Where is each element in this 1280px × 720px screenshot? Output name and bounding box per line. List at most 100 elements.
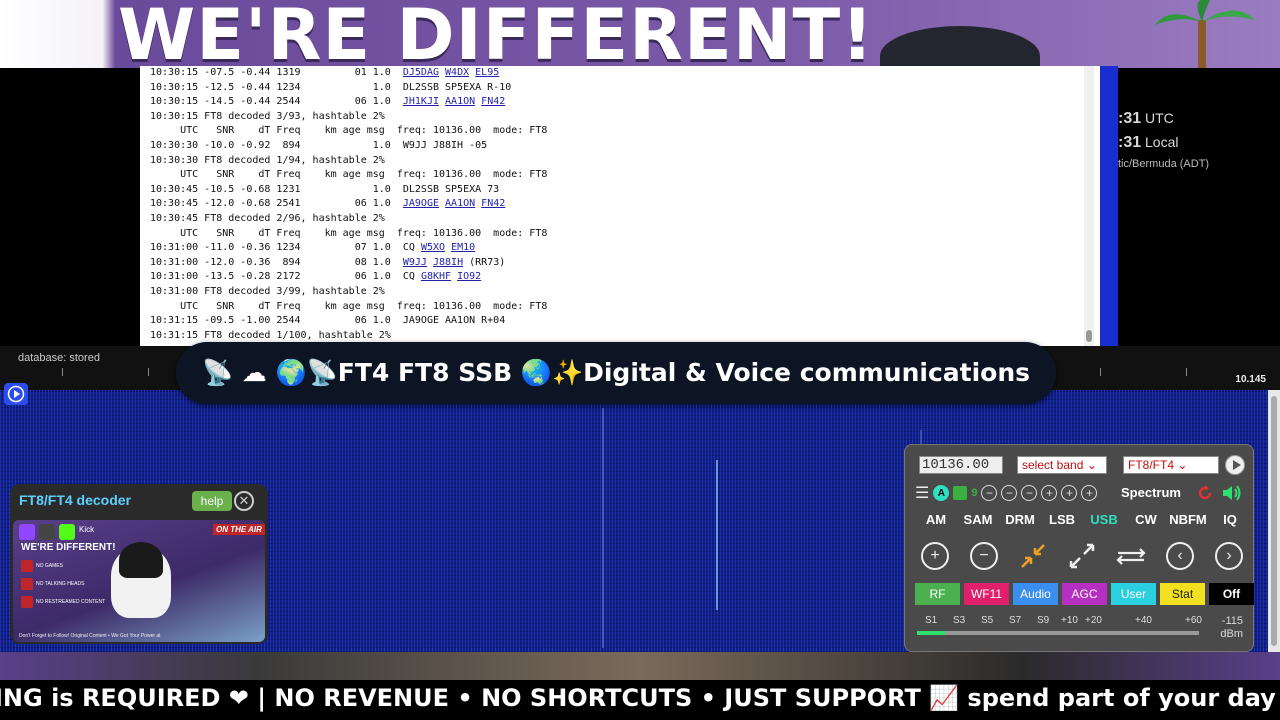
frequency-input[interactable]	[919, 456, 1003, 474]
close-button[interactable]: ✕	[234, 491, 254, 511]
chevron-down-icon: ⌄	[1086, 458, 1097, 472]
tab-off[interactable]: Off	[1209, 583, 1254, 605]
tab-rf[interactable]: RF	[915, 583, 960, 605]
page-right-button[interactable]: ›	[1211, 539, 1247, 573]
utc-time: :31	[1118, 110, 1142, 127]
spectrum-button[interactable]: Spectrum	[1121, 485, 1181, 500]
kick-label: Kick	[79, 525, 95, 534]
tab-stat[interactable]: Stat	[1160, 583, 1205, 605]
zoom-out-icon: −	[970, 542, 998, 570]
close-icon: ✕	[238, 493, 250, 508]
callsign-link[interactable]: DJ5DAG	[403, 67, 439, 78]
callsign-link[interactable]: IO92	[457, 271, 481, 282]
log-line: 10:31:15 -09.5 -1.00 2544 06 1.0 JA9OGE …	[150, 314, 1100, 329]
mode-lsb-button[interactable]: LSB	[1041, 512, 1083, 527]
callsign-link[interactable]: W4DX	[445, 67, 469, 78]
on-air-badge: ON THE AIR	[213, 524, 265, 535]
log-line-text: 10:30:15 -14.5 -0.44 2544 06 1.0	[150, 96, 403, 108]
mode-banner-text: 📡 ☁ 🌍📡FT4 FT8 SSB 🌏✨Digital & Voice comm…	[201, 358, 1031, 387]
s-meter: S1 S3 S5 S7 S9 +10 +20 +40 +60 -115 dBm	[915, 615, 1245, 647]
chevron-left-icon: ‹	[1166, 542, 1194, 570]
banner-headline: WE'RE DIFFERENT!	[118, 0, 875, 68]
zoom-out-button[interactable]: −	[966, 539, 1002, 573]
webcam-strip	[0, 652, 1280, 680]
callsign-link[interactable]: W5XO	[421, 242, 445, 253]
log-line-text: 10:30:15 -07.5 -0.44 1319 01 1.0	[150, 67, 403, 78]
mode-am-button[interactable]: AM	[915, 512, 957, 527]
step-label: 9	[971, 487, 978, 499]
ft8-decoder-panel: FT8/FT4 decoder help ✕ Kick ON THE AIR W…	[10, 484, 268, 644]
log-line-text: 10:31:00 FT8 decoded 3/99, hashtable 2%	[150, 285, 385, 297]
callsign-link[interactable]: JA9OGE	[403, 198, 439, 209]
s-meter-unit: dBm	[1220, 628, 1243, 641]
page-left-button[interactable]: ‹	[1162, 539, 1198, 573]
step-up-small-icon[interactable]: +	[1041, 485, 1058, 501]
mode-drm-button[interactable]: DRM	[999, 512, 1041, 527]
top-banner: WE'RE DIFFERENT!	[0, 0, 1280, 68]
callsign-link[interactable]: JH1KJI	[403, 96, 439, 107]
log-line: 10:30:30 -10.0 -0.92 894 1.0 W9JJ J88IH …	[150, 139, 1100, 154]
promo-headline: WE'RE DIFFERENT!	[21, 542, 116, 553]
log-line-text: UTC SNR dT Freq km age msg freq: 10136.0…	[150, 300, 548, 312]
tab-wf11[interactable]: WF11	[964, 583, 1009, 605]
x-icon	[39, 524, 55, 540]
speaker-icon[interactable]	[1221, 483, 1243, 503]
vfo-swap-icon[interactable]	[953, 486, 968, 500]
zoom-max-button[interactable]	[1064, 539, 1100, 573]
step-down-large-icon[interactable]: −	[981, 485, 998, 501]
help-button[interactable]: help	[192, 491, 232, 511]
step-up-icon[interactable]: +	[1061, 485, 1078, 501]
timezone-label: tic/Bermuda (ADT)	[1118, 158, 1210, 170]
callsign-link[interactable]: W9JJ	[403, 257, 427, 268]
decode-log[interactable]: 10:30:15 -07.5 -0.44 1319 01 1.0 DJ5DAG …	[140, 66, 1100, 346]
pan-button[interactable]	[1113, 539, 1149, 573]
band-select[interactable]: select band ⌄	[1017, 456, 1107, 474]
log-line-text: UTC SNR dT Freq km age msg freq: 10136.0…	[150, 169, 548, 181]
mode-sam-button[interactable]: SAM	[957, 512, 999, 527]
s-meter-bar	[917, 631, 1199, 635]
expand-arrows-icon	[1069, 543, 1095, 569]
kick-icon	[59, 524, 75, 540]
zoom-in-button[interactable]: +	[917, 539, 953, 573]
decoder-title: FT8/FT4 decoder	[19, 492, 132, 508]
tab-audio[interactable]: Audio	[1013, 583, 1058, 605]
callsign-link[interactable]: J88IH	[433, 257, 463, 268]
left-right-arrows-icon	[1116, 548, 1146, 565]
play-button[interactable]	[4, 383, 28, 405]
extension-select[interactable]: FT8/FT4 ⌄	[1123, 456, 1219, 474]
menu-icon[interactable]: ☰	[915, 483, 929, 503]
vfo-a-button[interactable]: A	[933, 485, 950, 501]
tab-agc[interactable]: AGC	[1062, 583, 1107, 605]
mode-buttons: AM SAM DRM LSB USB CW NBFM IQ	[915, 512, 1251, 527]
palm-tree-icon	[1155, 0, 1255, 68]
tab-user[interactable]: User	[1111, 583, 1156, 605]
mode-nbfm-button[interactable]: NBFM	[1167, 512, 1209, 527]
log-line-text: UTC SNR dT Freq km age msg freq: 10136.0…	[150, 125, 548, 137]
callsign-link[interactable]: AA1ON	[445, 198, 475, 209]
step-up-large-icon[interactable]: +	[1081, 485, 1098, 501]
log-scrollbar[interactable]	[1084, 66, 1094, 346]
waterfall-scrollbar[interactable]	[1268, 390, 1280, 652]
log-line-text: UTC SNR dT Freq km age msg freq: 10136.0…	[150, 227, 548, 239]
zoom-band-button[interactable]	[1015, 539, 1051, 573]
promo-footer: Don't Forget to Follow! Original Content…	[19, 633, 161, 639]
chevron-right-icon: ›	[1215, 542, 1243, 570]
callsign-link[interactable]: FN42	[481, 96, 505, 107]
log-line-text: 10:31:00 -11.0 -0.36 1234 07 1.0 CQ	[150, 242, 421, 254]
promo-rule: NO RESTREAMED CONTENT	[36, 598, 106, 605]
step-down-small-icon[interactable]: −	[1021, 485, 1038, 501]
no-games-icon	[21, 560, 33, 572]
callsign-link[interactable]: AA1ON	[445, 96, 475, 107]
mode-cw-button[interactable]: CW	[1125, 512, 1167, 527]
step-down-icon[interactable]: −	[1001, 485, 1018, 501]
callsign-link[interactable]: G8KHF	[421, 271, 451, 282]
mode-iq-button[interactable]: IQ	[1209, 512, 1251, 527]
callsign-link[interactable]: FN42	[481, 198, 505, 209]
callsign-link[interactable]: EL95	[475, 67, 499, 78]
mode-usb-button[interactable]: USB	[1083, 512, 1125, 527]
run-button[interactable]	[1225, 455, 1245, 475]
log-line: UTC SNR dT Freq km age msg freq: 10136.0…	[150, 124, 1100, 139]
callsign-link[interactable]: EM10	[451, 242, 475, 253]
refresh-icon[interactable]	[1195, 483, 1215, 503]
no-restream-icon	[21, 596, 33, 608]
